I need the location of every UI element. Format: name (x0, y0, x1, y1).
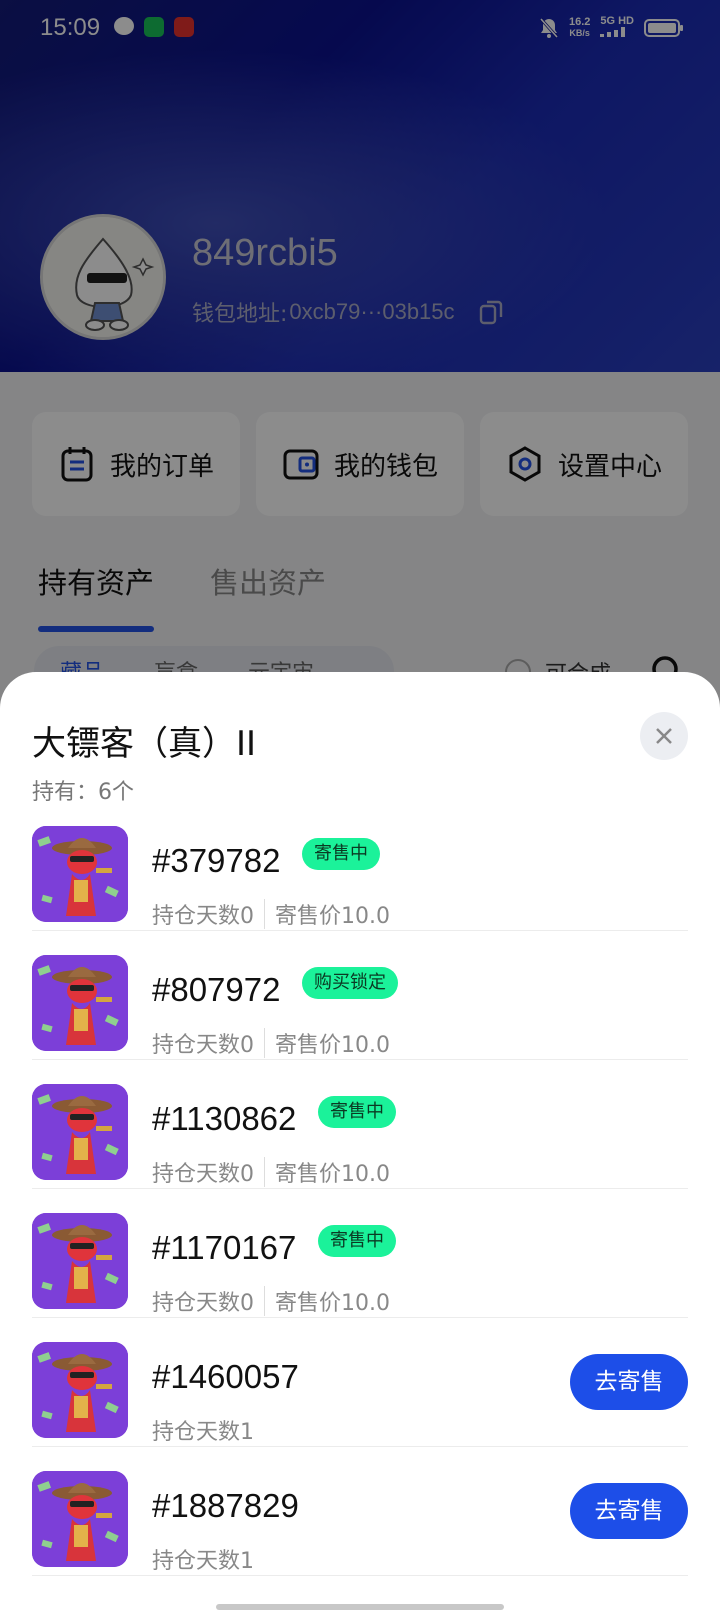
sheet-title: 大镖客（真）II (32, 724, 257, 764)
list-item[interactable]: #1460057 持仓天数1 去寄售 (32, 1318, 688, 1447)
item-meta: 持仓天数0 寄售价10.0 (152, 1027, 390, 1059)
meta-divider (264, 1157, 265, 1187)
consign-price: 寄售价10.0 (275, 1162, 390, 1187)
consign-button[interactable]: 去寄售 (570, 1354, 688, 1410)
holding-days: 持仓天数0 (152, 1162, 254, 1187)
list-item[interactable]: #1170167 寄售中 持仓天数0 寄售价10.0 (32, 1189, 688, 1318)
item-serial: #807972 (152, 971, 281, 1008)
nft-thumbnail (32, 1342, 128, 1438)
status-badge: 寄售中 (318, 1096, 396, 1128)
list-item[interactable]: #1887829 持仓天数1 去寄售 (32, 1447, 688, 1576)
item-serial: #379782 (152, 842, 281, 879)
meta-divider (264, 1286, 265, 1316)
item-meta: 持仓天数0 寄售价10.0 (152, 1156, 390, 1188)
close-button[interactable] (640, 712, 688, 760)
item-serial: #1170167 (152, 1229, 297, 1266)
item-serial: #1460057 (152, 1358, 299, 1395)
holding-list: #379782 寄售中 持仓天数0 寄售价10.0 #807972 购买锁定 持… (32, 802, 688, 1576)
consign-button[interactable]: 去寄售 (570, 1483, 688, 1539)
consign-price: 寄售价10.0 (275, 1291, 390, 1316)
status-badge: 寄售中 (302, 838, 380, 870)
item-meta: 持仓天数0 寄售价10.0 (152, 1285, 390, 1317)
holding-days: 持仓天数1 (152, 1549, 254, 1574)
holdings-sheet: 大镖客（真）II 持有：6个 #379782 寄售中 持仓天数0 寄售价10.0… (0, 672, 720, 1612)
item-serial: #1887829 (152, 1487, 299, 1524)
nft-thumbnail (32, 955, 128, 1051)
status-badge: 寄售中 (318, 1225, 396, 1257)
status-badge: 购买锁定 (302, 967, 398, 999)
holding-days: 持仓天数1 (152, 1420, 254, 1445)
meta-divider (264, 1028, 265, 1058)
item-meta: 持仓天数0 寄售价10.0 (152, 898, 390, 930)
item-meta: 持仓天数1 (152, 1414, 254, 1446)
nft-thumbnail (32, 826, 128, 922)
holding-days: 持仓天数0 (152, 904, 254, 929)
close-icon (656, 728, 672, 744)
meta-divider (264, 899, 265, 929)
nft-thumbnail (32, 1213, 128, 1309)
item-meta: 持仓天数1 (152, 1543, 254, 1575)
holding-days: 持仓天数0 (152, 1033, 254, 1058)
nft-thumbnail (32, 1471, 128, 1567)
consign-price: 寄售价10.0 (275, 1033, 390, 1058)
item-serial: #1130862 (152, 1100, 297, 1137)
list-item[interactable]: #379782 寄售中 持仓天数0 寄售价10.0 (32, 802, 688, 931)
home-indicator[interactable] (216, 1604, 504, 1610)
list-item[interactable]: #1130862 寄售中 持仓天数0 寄售价10.0 (32, 1060, 688, 1189)
holding-days: 持仓天数0 (152, 1291, 254, 1316)
nft-thumbnail (32, 1084, 128, 1180)
list-item[interactable]: #807972 购买锁定 持仓天数0 寄售价10.0 (32, 931, 688, 1060)
consign-price: 寄售价10.0 (275, 904, 390, 929)
